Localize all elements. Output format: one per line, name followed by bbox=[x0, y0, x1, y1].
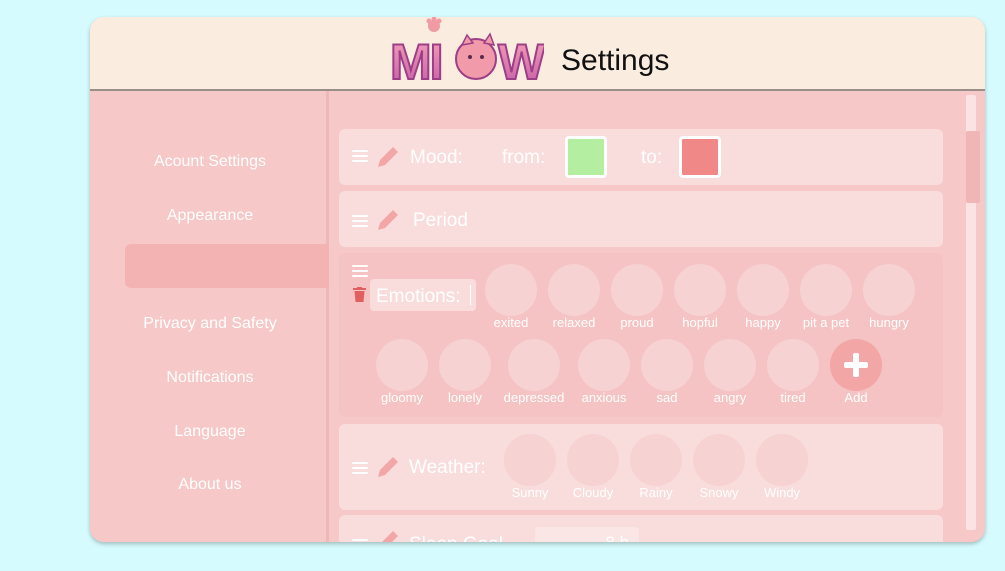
drag-handle-icon[interactable] bbox=[352, 462, 368, 474]
emotion-sad[interactable] bbox=[641, 339, 693, 391]
header: MI W Settings bbox=[90, 17, 985, 91]
mood-label: Mood: bbox=[410, 147, 463, 168]
weather-label-item: Rainy bbox=[639, 485, 673, 500]
add-emotion-button[interactable] bbox=[830, 339, 882, 391]
weather-windy[interactable] bbox=[756, 434, 808, 486]
sidebar-item-language[interactable]: Language bbox=[90, 423, 330, 441]
emotion-depressed[interactable] bbox=[508, 339, 560, 391]
emotion-label: gloomy bbox=[381, 390, 423, 405]
sidebar-item-active[interactable] bbox=[125, 244, 330, 288]
emotion-label: relaxed bbox=[552, 315, 596, 330]
mood-to-label: to: bbox=[641, 147, 663, 168]
trash-icon[interactable] bbox=[353, 287, 366, 302]
emotion-label: depressed bbox=[503, 390, 565, 405]
emotion-exited[interactable] bbox=[485, 264, 537, 316]
pencil-icon[interactable] bbox=[375, 144, 401, 170]
emotion-label: anxious bbox=[581, 390, 627, 405]
emotion-anxious[interactable] bbox=[578, 339, 630, 391]
settings-window: MI W Settings Acount Settings Appearance… bbox=[90, 17, 985, 542]
drag-handle-icon[interactable] bbox=[352, 150, 368, 162]
weather-label-item: Sunny bbox=[511, 485, 549, 500]
mood-from-label: from: bbox=[502, 147, 546, 168]
emotion-label: angry bbox=[713, 390, 747, 405]
weather-label-item: Windy bbox=[763, 485, 801, 500]
drag-handle-icon[interactable] bbox=[352, 539, 368, 542]
pencil-icon[interactable] bbox=[375, 528, 401, 542]
emotion-label: hopful bbox=[682, 315, 718, 330]
svg-text:MI: MI bbox=[390, 34, 442, 87]
page-title: Settings bbox=[561, 44, 670, 77]
emotion-tired[interactable] bbox=[767, 339, 819, 391]
emotion-label: tired bbox=[780, 390, 806, 405]
sidebar-item-privacy[interactable]: Privacy and Safety bbox=[90, 315, 330, 333]
weather-rainy[interactable] bbox=[630, 434, 682, 486]
add-label: Add bbox=[844, 390, 868, 405]
sidebar-item-about-us[interactable]: About us bbox=[90, 476, 330, 494]
emotion-happy[interactable] bbox=[737, 264, 789, 316]
emotion-angry[interactable] bbox=[704, 339, 756, 391]
emotion-lonely[interactable] bbox=[439, 339, 491, 391]
mood-from-color-swatch[interactable] bbox=[565, 136, 607, 178]
emotion-proud[interactable] bbox=[611, 264, 663, 316]
weather-card: Weather: Sunny Cloudy Rainy Snowy Windy bbox=[339, 424, 943, 510]
emotion-label: lonely bbox=[448, 390, 482, 405]
sidebar-item-notifications[interactable]: Notifications bbox=[90, 369, 330, 387]
period-label: Period bbox=[413, 210, 468, 231]
emotion-hopful[interactable] bbox=[674, 264, 726, 316]
mood-card: Mood: from: to: bbox=[339, 129, 943, 185]
emotion-relaxed[interactable] bbox=[548, 264, 600, 316]
sleep-goal-input[interactable]: 8 h bbox=[535, 527, 639, 542]
emotion-label: proud bbox=[620, 315, 654, 330]
sidebar: Acount Settings Appearance Privacy and S… bbox=[90, 91, 330, 542]
emotion-label: pit a pet bbox=[802, 315, 850, 330]
emotion-label: happy bbox=[745, 315, 781, 330]
weather-label-item: Cloudy bbox=[572, 485, 614, 500]
sidebar-item-account-settings[interactable]: Acount Settings bbox=[90, 153, 330, 171]
weather-label-item: Snowy bbox=[699, 485, 739, 500]
sleep-goal-card: Sleep Goal 8 h bbox=[339, 515, 943, 542]
period-card: Period bbox=[339, 191, 943, 247]
plus-icon bbox=[844, 353, 868, 377]
main-content: Mood: from: to: Period Emotions: exited … bbox=[329, 91, 985, 542]
weather-snowy[interactable] bbox=[693, 434, 745, 486]
emotion-hungry[interactable] bbox=[863, 264, 915, 316]
emotion-label: exited bbox=[493, 315, 529, 330]
pencil-icon[interactable] bbox=[375, 454, 401, 480]
emotion-pit-a-pet[interactable] bbox=[800, 264, 852, 316]
sidebar-item-appearance[interactable]: Appearance bbox=[90, 207, 330, 225]
emotion-label: sad bbox=[656, 390, 678, 405]
weather-cloudy[interactable] bbox=[567, 434, 619, 486]
svg-text:W: W bbox=[498, 34, 544, 87]
emotion-gloomy[interactable] bbox=[376, 339, 428, 391]
emotions-name-input[interactable]: Emotions: bbox=[370, 279, 476, 311]
emotions-card: Emotions: exited relaxed proud hopful ha… bbox=[339, 253, 943, 417]
weather-sunny[interactable] bbox=[504, 434, 556, 486]
sleep-goal-label: Sleep Goal bbox=[409, 534, 503, 542]
drag-handle-icon[interactable] bbox=[352, 265, 368, 277]
scrollbar-thumb[interactable] bbox=[966, 131, 980, 203]
pencil-icon[interactable] bbox=[375, 207, 401, 233]
mood-to-color-swatch[interactable] bbox=[679, 136, 721, 178]
miow-logo: MI W bbox=[389, 17, 544, 87]
weather-label: Weather: bbox=[409, 457, 486, 478]
emotion-label: hungry bbox=[869, 315, 909, 330]
drag-handle-icon[interactable] bbox=[352, 215, 368, 227]
